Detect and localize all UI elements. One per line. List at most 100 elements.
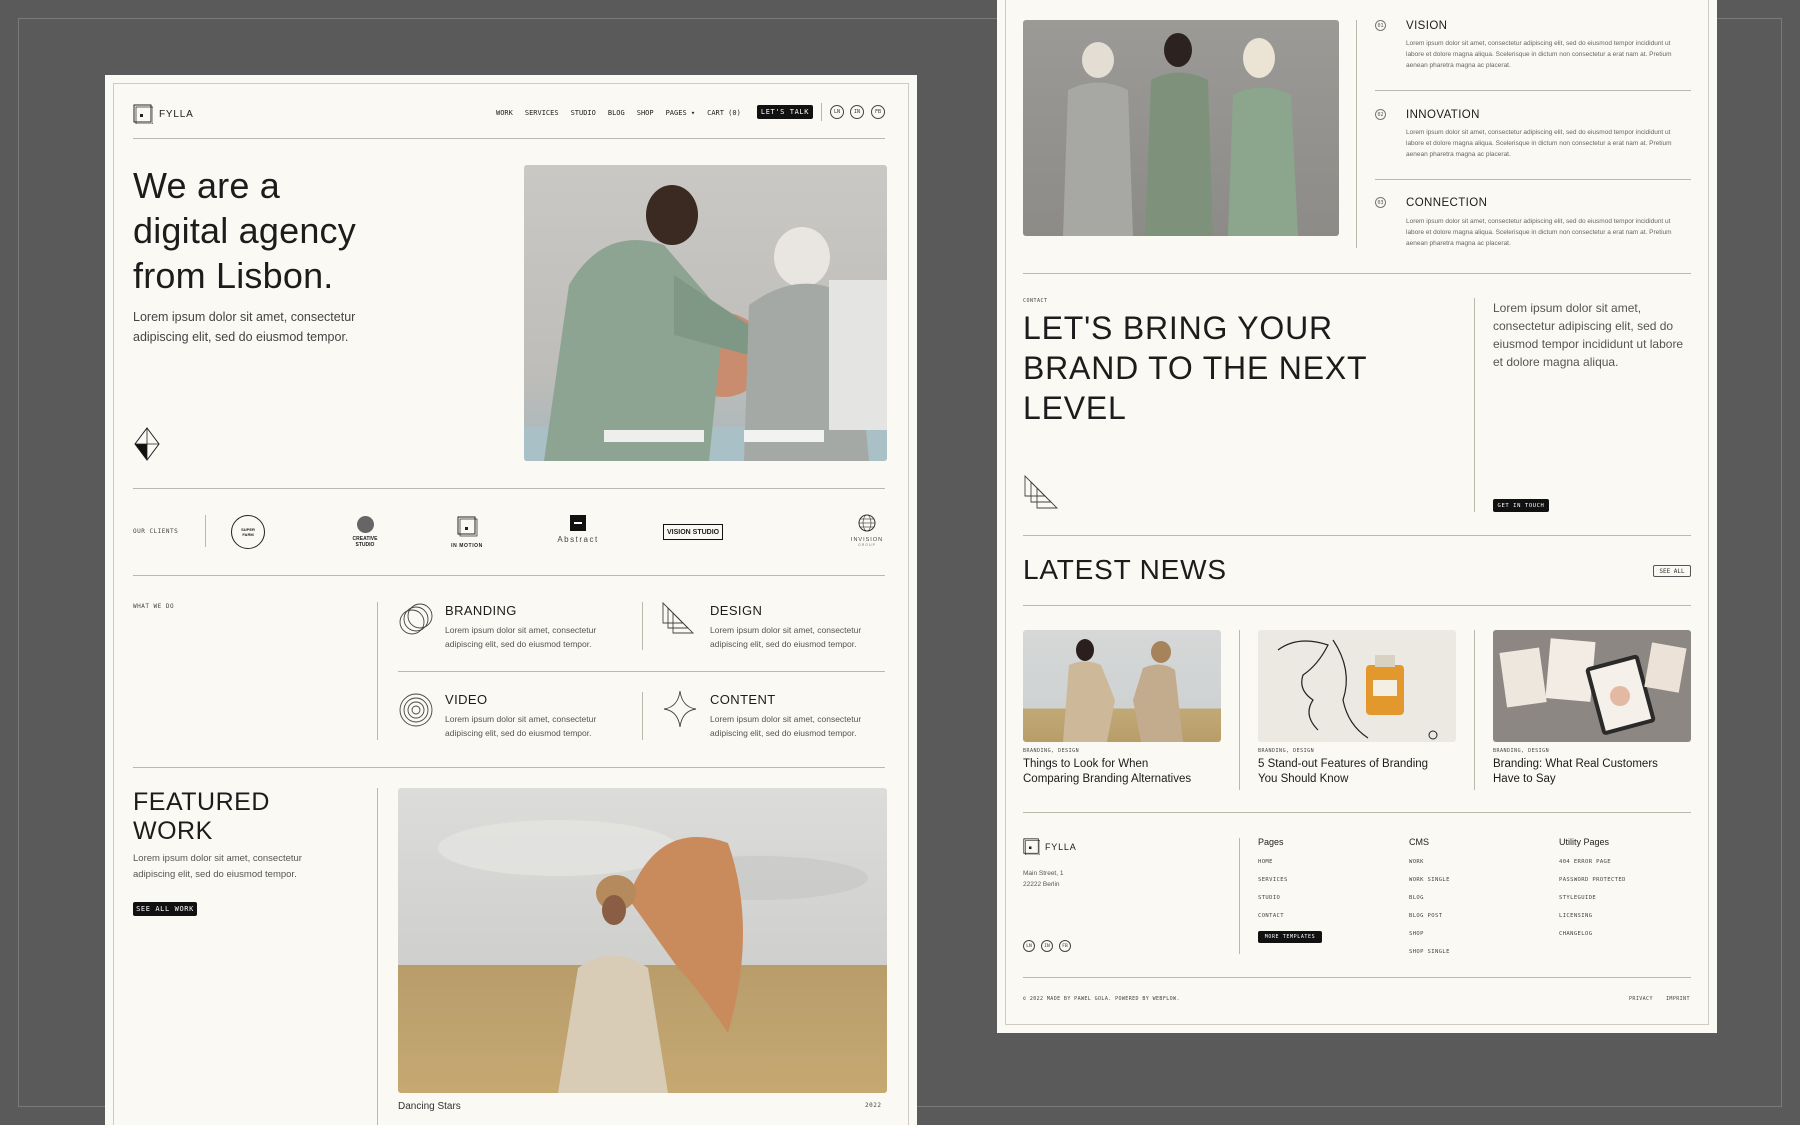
footer-link-blog-post[interactable]: BLOG POST: [1409, 913, 1442, 919]
left-page: FYLLA WORK SERVICES STUDIO BLOG SHOP PAG…: [105, 75, 917, 1125]
lets-talk-button[interactable]: LET'S TALK: [757, 105, 813, 119]
footer-link-work[interactable]: WORK: [1409, 859, 1424, 865]
footer-link-shop[interactable]: SHOP: [1409, 931, 1424, 937]
footer-link-styleguide[interactable]: STYLEGUIDE: [1559, 895, 1596, 901]
nav-pages-dropdown[interactable]: PAGES ▾: [666, 109, 696, 117]
hero-title: We are a digital agency from Lisbon.: [133, 165, 356, 296]
pillar-innovation-text: Lorem ipsum dolor sit amet, consectetur …: [1406, 129, 1672, 158]
pillar-number-02: 02: [1375, 109, 1386, 120]
contact-text: Lorem ipsum dolor sit amet, consectetur a…: [1493, 301, 1684, 369]
footer-link-changelog[interactable]: CHANGELOG: [1559, 931, 1592, 937]
nav-cart[interactable]: CART (0): [707, 109, 741, 117]
client-logo-invision[interactable]: INVISION GROUP: [845, 514, 889, 547]
nav-shop[interactable]: SHOP: [637, 109, 654, 117]
footer-brand[interactable]: FYLLA: [1023, 838, 1077, 855]
footer-bottom-divider: [1023, 977, 1691, 978]
footer-link-contact[interactable]: CONTACT: [1258, 913, 1284, 919]
contact-divider: [1474, 298, 1475, 512]
footer-facebook-icon[interactable]: FB: [1059, 940, 1071, 952]
nav-divider: [821, 103, 822, 121]
instagram-icon[interactable]: IN: [850, 105, 864, 119]
pillar-vision-title: VISION: [1406, 20, 1448, 32]
footer-link-services[interactable]: SERVICES: [1258, 877, 1288, 883]
nav-services[interactable]: SERVICES: [525, 109, 559, 117]
footer-link-password[interactable]: PASSWORD PROTECTED: [1559, 877, 1626, 883]
services-bottom-divider: [133, 767, 885, 768]
footer-cms-heading: CMS: [1409, 837, 1429, 847]
services-row-divider: [398, 671, 885, 672]
services-col-divider-top: [642, 602, 643, 650]
pillar-connection-text: Lorem ipsum dolor sit amet, consectetur …: [1406, 218, 1672, 247]
service-design-title: DESIGN: [710, 603, 763, 618]
service-content-text: Lorem ipsum dolor sit amet, consectetur a…: [710, 714, 862, 738]
featured-caption: Dancing Stars: [398, 1101, 461, 1112]
abstract-square-icon: [570, 515, 586, 531]
hero-text: Lorem ipsum dolor sit amet, consectetur …: [133, 310, 356, 344]
featured-title: FEATURED WORK: [133, 788, 270, 845]
vision-box-icon: VISION STUDIO: [667, 528, 720, 536]
sparkle-icon: [663, 690, 697, 728]
service-video-title: VIDEO: [445, 692, 488, 707]
footer-instagram-icon[interactable]: IN: [1041, 940, 1053, 952]
copyright-text: © 2022 MADE BY PAWEL GOLA. POWERED BY WE…: [1023, 996, 1180, 1002]
more-templates-button[interactable]: MORE TEMPLATES: [1258, 931, 1322, 943]
stacked-triangles-icon: [662, 601, 695, 634]
privacy-link[interactable]: PRIVACY: [1629, 996, 1653, 1002]
brand-logo[interactable]: FYLLA: [133, 104, 194, 124]
news-divider: [1023, 605, 1691, 606]
client-logo-creative-studio[interactable]: CREATIVE STUDIO: [343, 516, 387, 548]
footer-top-divider: [1023, 812, 1691, 813]
news-card-3-photo[interactable]: [1493, 630, 1691, 742]
news-title: LATEST NEWS: [1023, 554, 1227, 585]
news-card-2-title[interactable]: 5 Stand-out Features of Branding You Shou…: [1258, 757, 1428, 787]
footer-link-shop-single[interactable]: SHOP SINGLE: [1409, 949, 1450, 955]
get-in-touch-button[interactable]: GET IN TOUCH: [1493, 499, 1549, 512]
footer-link-licensing[interactable]: LICENSING: [1559, 913, 1592, 919]
facebook-icon[interactable]: FB: [871, 105, 885, 119]
client-logo-abstract[interactable]: Abstract: [553, 515, 603, 544]
couple-in-field-illustration: [1063, 639, 1183, 742]
news-divider-2: [1474, 630, 1475, 790]
featured-year: 2022: [865, 1102, 882, 1109]
pillar-number-03: 03: [1375, 197, 1386, 208]
news-card-1-tag: BRANDING, DESIGN: [1023, 748, 1080, 754]
footer-linkedin-icon[interactable]: LN: [1023, 940, 1035, 952]
service-design-text: Lorem ipsum dolor sit amet, consectetur a…: [710, 625, 862, 649]
featured-divider: [377, 788, 378, 1125]
three-people-illustration: [1063, 33, 1298, 236]
news-card-1-title[interactable]: Things to Look for When Comparing Brandin…: [1023, 757, 1191, 787]
footer-divider: [1239, 838, 1240, 954]
featured-photo[interactable]: [398, 788, 887, 1093]
pillar-number-01: 01: [1375, 20, 1386, 31]
stacked-triangles-icon: [1024, 474, 1059, 509]
concentric-circles-icon: [399, 693, 433, 727]
imprint-link[interactable]: IMPRINT: [1666, 996, 1690, 1002]
branding-materials-illustration: [1499, 638, 1687, 735]
nav-work[interactable]: WORK: [496, 109, 513, 117]
nav-studio[interactable]: STUDIO: [571, 109, 596, 117]
news-card-3-title[interactable]: Branding: What Real Customers Have to Say: [1493, 757, 1658, 787]
service-video-text: Lorem ipsum dolor sit amet, consectetur a…: [445, 714, 597, 738]
header-divider: [133, 138, 885, 139]
circle-logo-icon: [356, 516, 374, 533]
footer-link-blog[interactable]: BLOG: [1409, 895, 1424, 901]
see-all-news-button[interactable]: SEE ALL: [1653, 565, 1691, 577]
footer-link-work-single[interactable]: WORK SINGLE: [1409, 877, 1450, 883]
news-card-2-photo[interactable]: [1258, 630, 1456, 742]
service-branding-text: Lorem ipsum dolor sit amet, consectetur a…: [445, 625, 597, 649]
clients-label: OUR CLIENTS: [133, 528, 179, 535]
see-all-work-button[interactable]: SEE ALL WORK: [133, 902, 197, 916]
client-logo-vision-studio[interactable]: VISION STUDIO: [663, 524, 724, 540]
footer-link-studio[interactable]: STUDIO: [1258, 895, 1280, 901]
service-content-title: CONTENT: [710, 692, 776, 707]
pillar-divider-1: [1375, 90, 1691, 91]
news-card-1-photo[interactable]: [1023, 630, 1221, 742]
footer-link-404[interactable]: 404 ERROR PAGE: [1559, 859, 1611, 865]
woman-with-umbrella-illustration: [438, 820, 868, 1093]
footer-link-home[interactable]: HOME: [1258, 859, 1273, 865]
footer-pages-heading: Pages: [1258, 837, 1284, 847]
client-logo-in-motion[interactable]: IN MOTION: [445, 516, 489, 549]
linkedin-icon[interactable]: LN: [830, 105, 844, 119]
nav-blog[interactable]: BLOG: [608, 109, 625, 117]
client-logo-super-farm[interactable]: SUPER FARM: [231, 515, 265, 549]
